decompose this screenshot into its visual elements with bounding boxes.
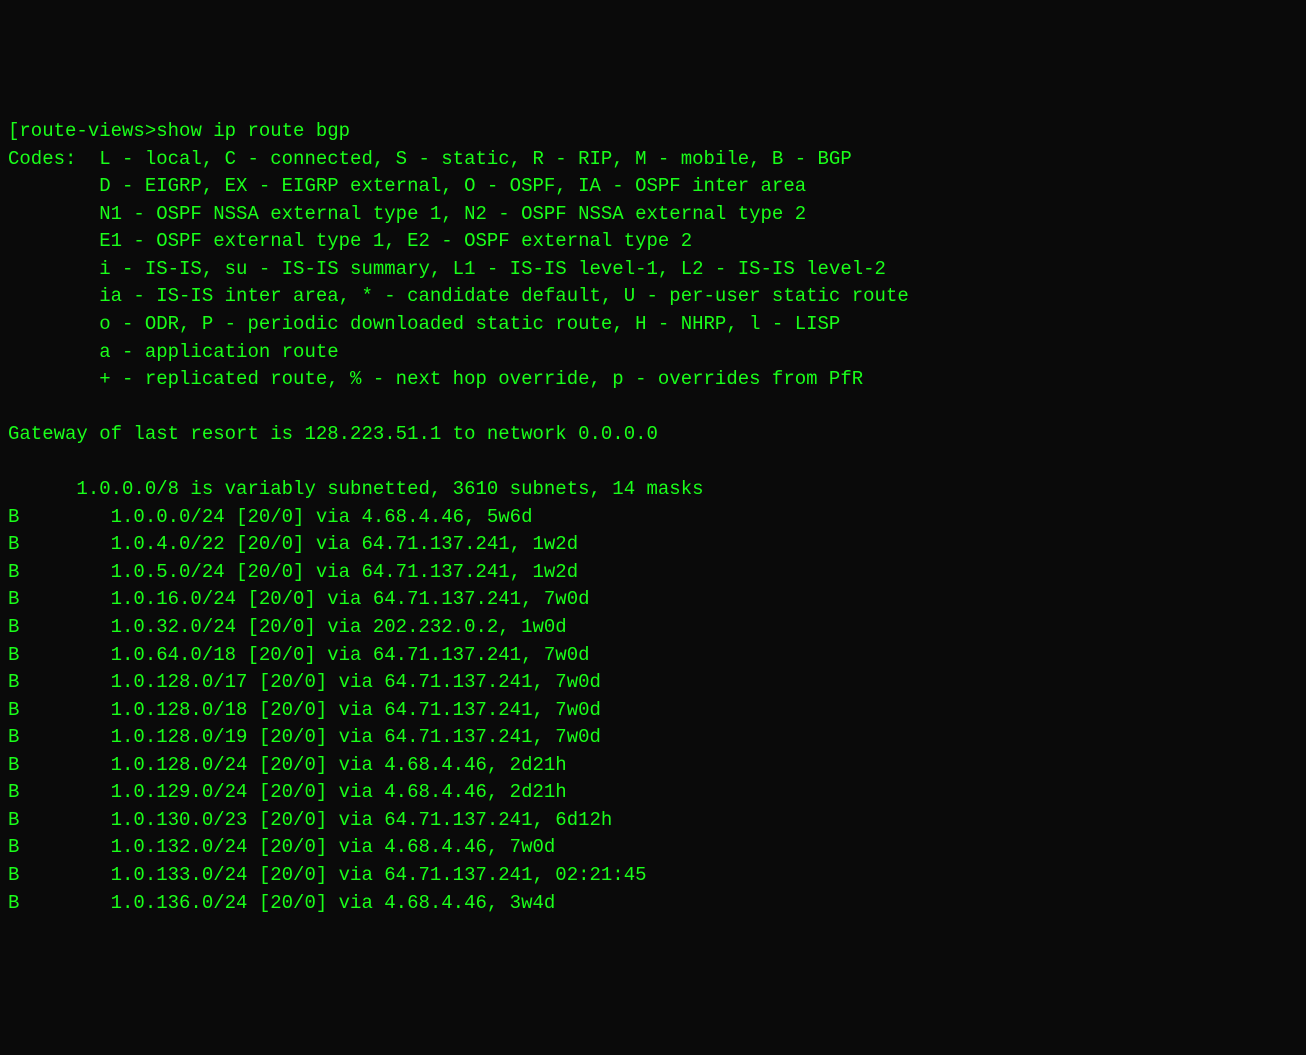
prompt-text: route-views> <box>19 120 156 142</box>
codes-line-5: i - IS-IS, su - IS-IS summary, L1 - IS-I… <box>8 258 886 280</box>
route-entry: B 1.0.128.0/18 [20/0] via 64.71.137.241,… <box>8 699 601 721</box>
route-entry: B 1.0.64.0/18 [20/0] via 64.71.137.241, … <box>8 644 590 666</box>
route-entry: B 1.0.129.0/24 [20/0] via 4.68.4.46, 2d2… <box>8 781 567 803</box>
codes-header: Codes: L - local, C - connected, S - sta… <box>8 148 852 170</box>
route-entry: B 1.0.5.0/24 [20/0] via 64.71.137.241, 1… <box>8 561 578 583</box>
route-entry: B 1.0.136.0/24 [20/0] via 4.68.4.46, 3w4… <box>8 892 555 914</box>
route-entry: B 1.0.0.0/24 [20/0] via 4.68.4.46, 5w6d <box>8 506 533 528</box>
route-entry: B 1.0.128.0/17 [20/0] via 64.71.137.241,… <box>8 671 601 693</box>
codes-line-2: D - EIGRP, EX - EIGRP external, O - OSPF… <box>8 175 806 197</box>
subnet-header: 1.0.0.0/8 is variably subnetted, 3610 su… <box>8 478 704 500</box>
route-entry: B 1.0.128.0/24 [20/0] via 4.68.4.46, 2d2… <box>8 754 567 776</box>
route-entry: B 1.0.16.0/24 [20/0] via 64.71.137.241, … <box>8 588 590 610</box>
codes-line-6: ia - IS-IS inter area, * - candidate def… <box>8 285 909 307</box>
codes-line-7: o - ODR, P - periodic downloaded static … <box>8 313 840 335</box>
route-entry: B 1.0.133.0/24 [20/0] via 64.71.137.241,… <box>8 864 647 886</box>
prompt-bracket: [ <box>8 120 19 142</box>
route-entry: B 1.0.130.0/23 [20/0] via 64.71.137.241,… <box>8 809 612 831</box>
route-entry: B 1.0.32.0/24 [20/0] via 202.232.0.2, 1w… <box>8 616 567 638</box>
command-prompt-line: [route-views>show ip route bgp <box>8 120 350 142</box>
codes-line-9: + - replicated route, % - next hop overr… <box>8 368 863 390</box>
codes-line-8: a - application route <box>8 341 339 363</box>
gateway-line: Gateway of last resort is 128.223.51.1 t… <box>8 423 658 445</box>
route-entry: B 1.0.132.0/24 [20/0] via 4.68.4.46, 7w0… <box>8 836 555 858</box>
route-entry: B 1.0.4.0/22 [20/0] via 64.71.137.241, 1… <box>8 533 578 555</box>
terminal-output[interactable]: [route-views>show ip route bgp Codes: L … <box>8 118 1298 917</box>
codes-line-4: E1 - OSPF external type 1, E2 - OSPF ext… <box>8 230 692 252</box>
route-entry: B 1.0.128.0/19 [20/0] via 64.71.137.241,… <box>8 726 601 748</box>
command-text: show ip route bgp <box>156 120 350 142</box>
codes-line-3: N1 - OSPF NSSA external type 1, N2 - OSP… <box>8 203 806 225</box>
